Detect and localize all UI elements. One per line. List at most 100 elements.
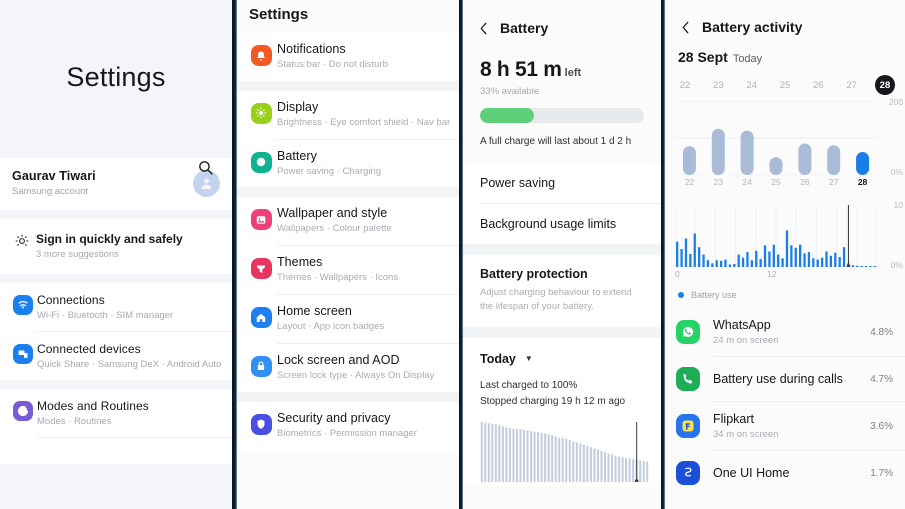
hourly-battery-use-chart: 10 0% 0 12	[675, 200, 903, 283]
settings-row-lock-screen-and-aod[interactable]: Lock screen and AOD Screen lock type · A…	[237, 344, 459, 392]
screenshot-root: Settings Gaurav Tiwari Samsung account S…	[0, 0, 905, 509]
brightness-icon	[245, 100, 277, 124]
day-chip-22[interactable]: 22	[675, 75, 695, 95]
settings-row-notifications[interactable]: Notifications Status bar · Do not distur…	[237, 33, 459, 81]
settings-row-battery[interactable]: Battery Power saving · Charging	[237, 140, 459, 188]
flipkart-icon	[676, 414, 700, 438]
settings-list-panel: Settings Notifications Status bar · Do n…	[237, 0, 459, 509]
settings-row-label: Wallpaper and style	[277, 206, 388, 221]
sidebar-item-connections[interactable]: Connections Wi-Fi · Bluetooth · SIM mana…	[0, 283, 232, 331]
chart1-ytick-bottom: 0%	[890, 167, 903, 177]
chart1-xtick-26: 26	[800, 177, 810, 187]
wifi-icon	[8, 293, 37, 315]
group-gap	[237, 391, 459, 402]
battery-charge-info: Last charged to 100% Stopped charging 19…	[463, 366, 661, 410]
battery-time-left: 8 h 51 m	[480, 58, 562, 81]
settings-row-sub: Layout · App icon badges	[277, 321, 385, 333]
app-usage-row[interactable]: Battery use during calls 4.7%	[665, 357, 905, 401]
battery-protection-card[interactable]: Battery protection Adjust charging behav…	[463, 255, 661, 327]
settings-row-display[interactable]: Display Brightness · Eye comfort shield …	[237, 91, 459, 139]
app-battery-percent: 1.7%	[870, 467, 893, 479]
stopped-charging-text: Stopped charging 19 h 12 m ago	[480, 395, 626, 407]
app-battery-percent: 3.6%	[870, 420, 893, 432]
chart2-xtick-0: 0	[675, 269, 680, 279]
suggestion-title: Sign in quickly and safely	[36, 232, 183, 246]
settings-row-label: Notifications	[277, 42, 346, 56]
sidebar-item-connected-devices[interactable]: Connected devices Quick Share · Samsung …	[0, 332, 232, 380]
sidebar-item-label: Modes and Routines	[37, 399, 149, 413]
settings-group-notifications: Notifications Status bar · Do not distur…	[237, 33, 459, 81]
chart2-ytick-top: 10	[893, 200, 903, 210]
app-usage-row[interactable]: Flipkart 34 m on screen 3.6%	[665, 402, 905, 450]
settings-hero: Settings	[0, 0, 232, 175]
app-usage-row[interactable]: One UI Home 1.7%	[665, 451, 905, 495]
day-chip-27[interactable]: 27	[842, 75, 862, 95]
settings-row-label: Home screen	[277, 304, 352, 319]
app-name: One UI Home	[713, 466, 790, 480]
image-icon	[245, 206, 277, 231]
app-battery-percent: 4.7%	[870, 373, 893, 385]
chevron-down-icon[interactable]: ▼	[525, 354, 533, 363]
chevron-left-icon[interactable]	[677, 19, 693, 35]
settings-row-sub: Power saving · Charging	[277, 165, 382, 177]
settings-row-sub: Screen lock type · Always On Display	[277, 369, 435, 381]
today-dropdown[interactable]: Today ▼	[463, 338, 661, 366]
battery-menu-background-usage-limits[interactable]: Background usage limits	[463, 204, 661, 244]
settings-home-panel: Settings Gaurav Tiwari Samsung account S…	[0, 0, 232, 509]
day-chip-26[interactable]: 26	[808, 75, 828, 95]
sidebar-item-label: Connections	[37, 293, 105, 307]
home-group-modes: Modes and Routines Modes · Routines	[0, 389, 232, 464]
search-icon[interactable]	[192, 154, 218, 180]
house-icon	[245, 304, 277, 329]
phone-icon	[676, 367, 700, 391]
chart1-xtick-28: 28	[857, 177, 868, 187]
suggestion-card[interactable]: Sign in quickly and safely 3 more sugges…	[0, 219, 232, 274]
settings-row-home-screen[interactable]: Home screen Layout · App icon badges	[237, 295, 459, 343]
shield-icon	[245, 411, 277, 435]
day-chip-23[interactable]: 23	[708, 75, 728, 95]
sidebar-item-sub: Modes · Routines	[37, 416, 112, 427]
day-chip-28[interactable]: 28	[874, 75, 895, 95]
battery-today-card: Today ▼ Last charged to 100% Stopped cha…	[463, 337, 661, 486]
day-chip-row[interactable]: 22 23 24 25 26 27 28	[665, 67, 905, 95]
group-gap	[237, 187, 459, 198]
battery-summary: 8 h 51 m left 33% available	[463, 36, 661, 97]
day-chip-24[interactable]: 24	[742, 75, 762, 95]
chart1-xtick-23: 23	[713, 177, 724, 187]
day-chip-25[interactable]: 25	[775, 75, 795, 95]
settings-row-wallpaper-and-style[interactable]: Wallpaper and style Wallpapers · Colour …	[237, 197, 459, 245]
oneui-home-icon	[676, 461, 700, 485]
battery-protection-sub: Adjust charging behaviour to extend the …	[480, 287, 632, 312]
app-name: WhatsApp	[713, 318, 771, 332]
legend-label: Battery use	[691, 290, 737, 300]
sidebar-item-sub: Wi-Fi · Bluetooth · SIM manager	[37, 310, 174, 321]
activity-header: Battery activity	[665, 0, 905, 35]
settings-row-sub: Themes · Wallpapers · Icons	[277, 272, 399, 284]
settings-row-security-and-privacy[interactable]: Security and privacy Biometrics · Permis…	[237, 402, 459, 450]
lock-icon	[245, 353, 277, 377]
account-name: Gaurav Tiwari	[12, 169, 96, 183]
battery-header: Battery	[463, 0, 661, 36]
page-title: Settings	[66, 62, 166, 92]
app-sub: 24 m on screen	[713, 335, 779, 346]
sidebar-item-modes-and-routines[interactable]: Modes and Routines Modes · Routines	[0, 389, 232, 437]
sidebar-item-label: Connected devices	[37, 342, 141, 356]
chart1-xtick-27: 27	[828, 177, 839, 187]
activity-date-main: 28 Sept	[678, 49, 728, 65]
chevron-left-icon[interactable]	[475, 20, 491, 36]
chart2-xtick-12: 12	[767, 269, 777, 279]
app-usage-row[interactable]: WhatsApp 24 m on screen 4.8%	[665, 308, 905, 356]
app-name: Flipkart	[713, 412, 754, 426]
daily-screen-time-chart: 200 0% 22 23 24 25 26 27 28	[675, 97, 903, 191]
settings-row-themes[interactable]: Themes Themes · Wallpapers · Icons	[237, 246, 459, 294]
check-circle-icon	[8, 399, 37, 421]
whatsapp-icon	[676, 320, 700, 344]
lightbulb-icon	[8, 232, 36, 249]
activity-date-sub: Today	[732, 53, 763, 65]
account-subtitle: Samsung account	[12, 186, 89, 197]
notification-icon	[245, 42, 277, 66]
battery-menu-power-saving[interactable]: Power saving	[463, 163, 661, 203]
activity-date: 28 Sept Today	[665, 35, 905, 67]
battery-time-left-unit: left	[564, 67, 582, 79]
chart-legend: Battery use	[665, 283, 905, 300]
